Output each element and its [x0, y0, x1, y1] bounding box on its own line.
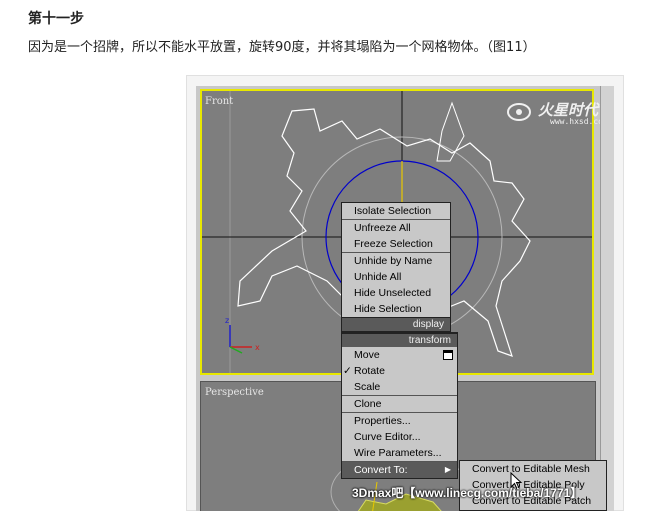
- step-title: 第十一步: [28, 11, 84, 27]
- step-description: 因为是一个招牌，所以不能水平放置，旋转90度，并将其塌陷为一个网格物体。（图11…: [28, 40, 536, 55]
- rotate-label: Rotate: [354, 365, 385, 377]
- hide-unselected-item[interactable]: Hide Unselected: [342, 285, 450, 301]
- display-quadrant-label: display: [342, 317, 450, 331]
- command-panel[interactable]: [600, 86, 614, 511]
- wire-parameters-item[interactable]: Wire Parameters...: [342, 445, 457, 461]
- perspective-viewport-label[interactable]: Perspective: [205, 387, 264, 398]
- submenu-arrow-icon: ▶: [444, 465, 451, 474]
- convert-to-item[interactable]: Convert To: ▶: [342, 461, 457, 478]
- scale-item[interactable]: Scale: [342, 379, 457, 395]
- move-item[interactable]: Move: [342, 347, 457, 363]
- properties-item[interactable]: Properties...: [342, 412, 457, 429]
- unfreeze-all-item[interactable]: Unfreeze All: [342, 219, 450, 236]
- transform-quadrant-label: transform: [342, 333, 457, 347]
- settings-box-icon[interactable]: [443, 350, 453, 360]
- clone-item[interactable]: Clone: [342, 395, 457, 412]
- hxsd-logo-icon: [507, 103, 531, 121]
- checkmark-icon: ✓: [343, 365, 352, 377]
- footer-watermark: 3Dmax吧【www.linecg.com/tieba/1771】: [352, 486, 583, 500]
- move-label: Move: [354, 349, 380, 361]
- curve-editor-item[interactable]: Curve Editor...: [342, 429, 457, 445]
- hide-selection-item[interactable]: Hide Selection: [342, 301, 450, 317]
- hxsd-watermark: 火星时代 www.hxsd.com: [504, 97, 608, 127]
- rotate-item[interactable]: ✓ Rotate: [342, 363, 457, 379]
- axis-z-label: z: [225, 316, 229, 325]
- convert-to-label: Convert To:: [354, 464, 408, 476]
- isolate-selection-item[interactable]: Isolate Selection: [342, 203, 450, 219]
- unhide-by-name-item[interactable]: Unhide by Name: [342, 252, 450, 269]
- convert-editable-mesh-item[interactable]: Convert to Editable Mesh: [460, 461, 606, 477]
- front-viewport-label[interactable]: Front: [205, 96, 233, 107]
- quad-menu-display: Isolate Selection Unfreeze All Freeze Se…: [341, 202, 451, 332]
- unhide-all-item[interactable]: Unhide All: [342, 269, 450, 285]
- quad-menu-transform: transform Move ✓ Rotate Scale Clone Prop…: [341, 332, 458, 479]
- freeze-selection-item[interactable]: Freeze Selection: [342, 236, 450, 252]
- axis-x-label: x: [255, 343, 260, 352]
